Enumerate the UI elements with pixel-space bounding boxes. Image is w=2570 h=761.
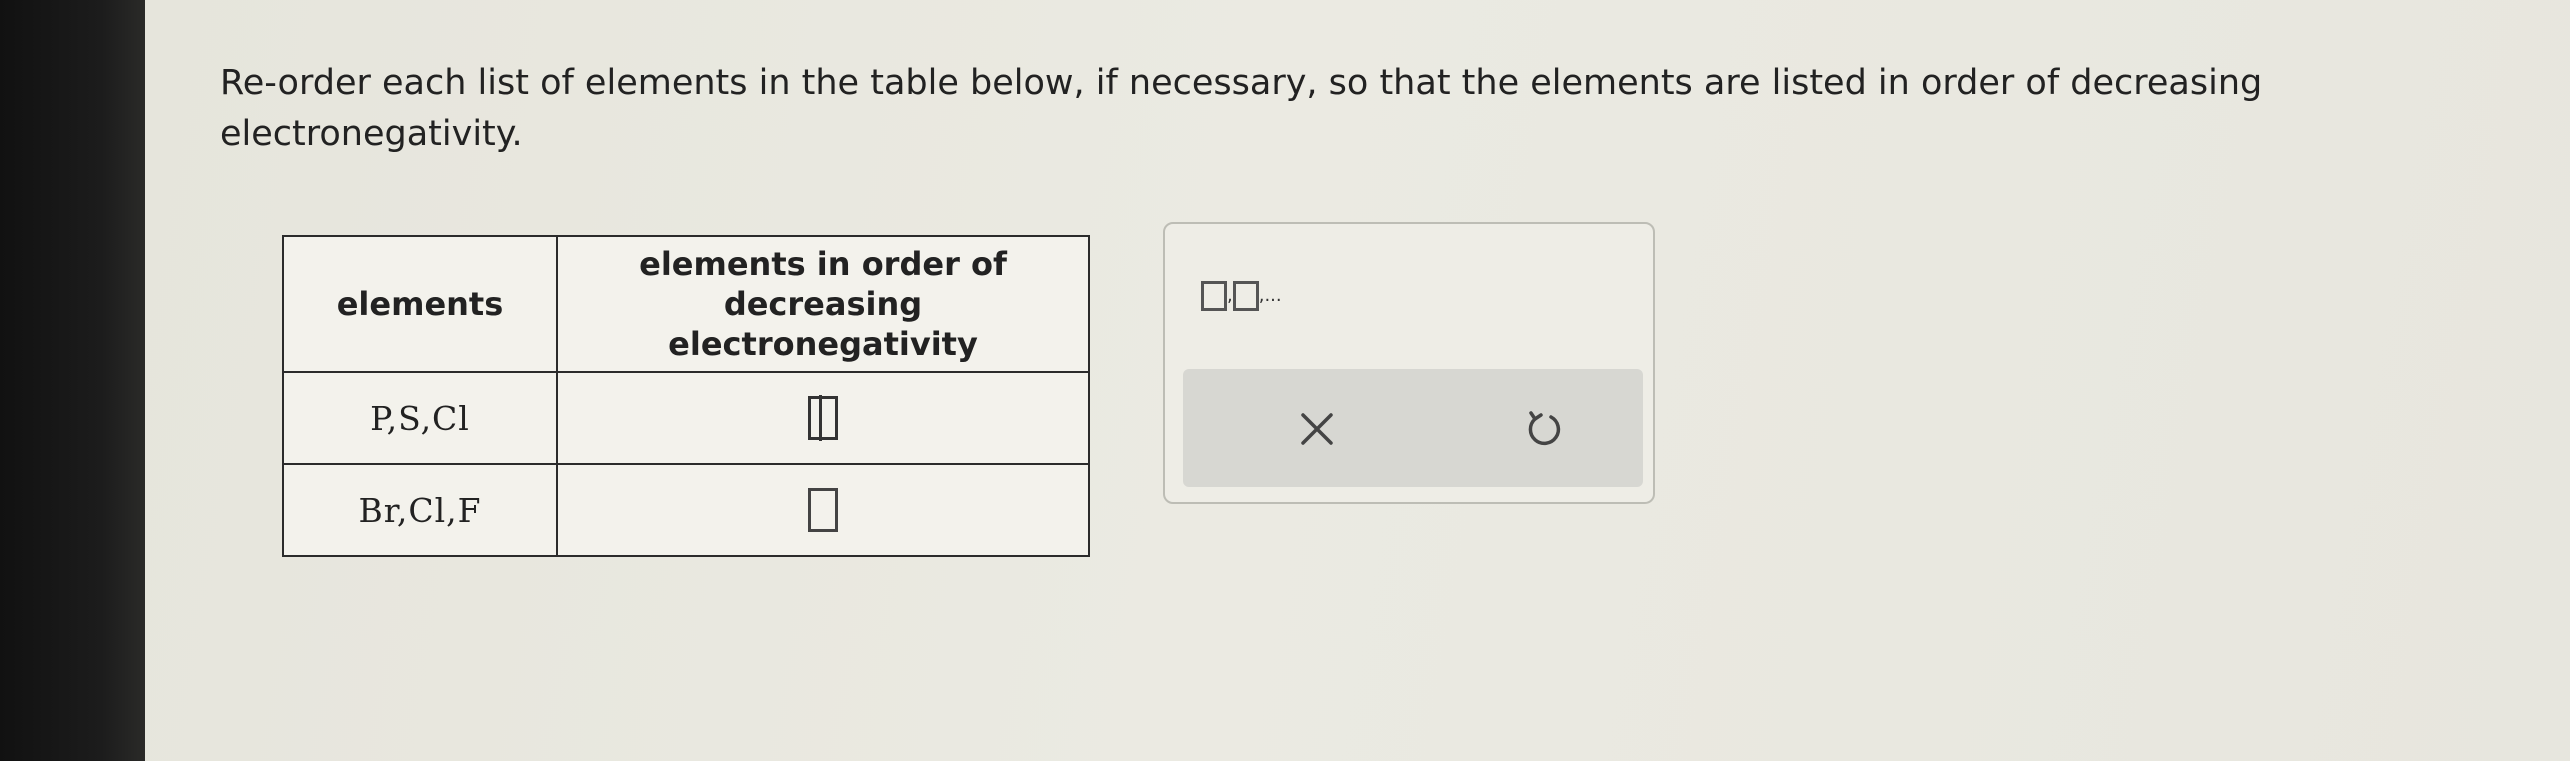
table-row: Br,Cl,F bbox=[282, 463, 1090, 557]
question-text: Re-order each list of elements in the ta… bbox=[220, 63, 2263, 154]
box-icon bbox=[1201, 280, 1227, 311]
answer-input-2[interactable] bbox=[808, 488, 838, 532]
close-icon bbox=[1301, 413, 1333, 445]
answer-table: elements elements in order of decreasing… bbox=[282, 235, 1090, 557]
elements-cell: Br,Cl,F bbox=[282, 463, 558, 557]
palette-actions bbox=[1183, 369, 1643, 487]
answer-cell[interactable] bbox=[556, 371, 1090, 465]
list-template-button[interactable]: ,,... bbox=[1201, 280, 1282, 311]
input-palette: ,,... bbox=[1163, 222, 1655, 504]
device-bezel bbox=[0, 0, 145, 761]
table-row: P,S,Cl bbox=[282, 371, 1090, 465]
answer-cell[interactable] bbox=[556, 463, 1090, 557]
box-icon bbox=[1232, 280, 1259, 311]
answer-input-1[interactable] bbox=[808, 395, 838, 441]
undo-icon bbox=[1528, 411, 1561, 446]
header-elements: elements bbox=[282, 235, 558, 373]
elements-cell: P,S,Cl bbox=[282, 371, 558, 465]
undo-button[interactable] bbox=[1503, 399, 1583, 459]
clear-button[interactable] bbox=[1277, 399, 1357, 459]
header-ordered: elements in order of decreasing electron… bbox=[556, 235, 1090, 373]
